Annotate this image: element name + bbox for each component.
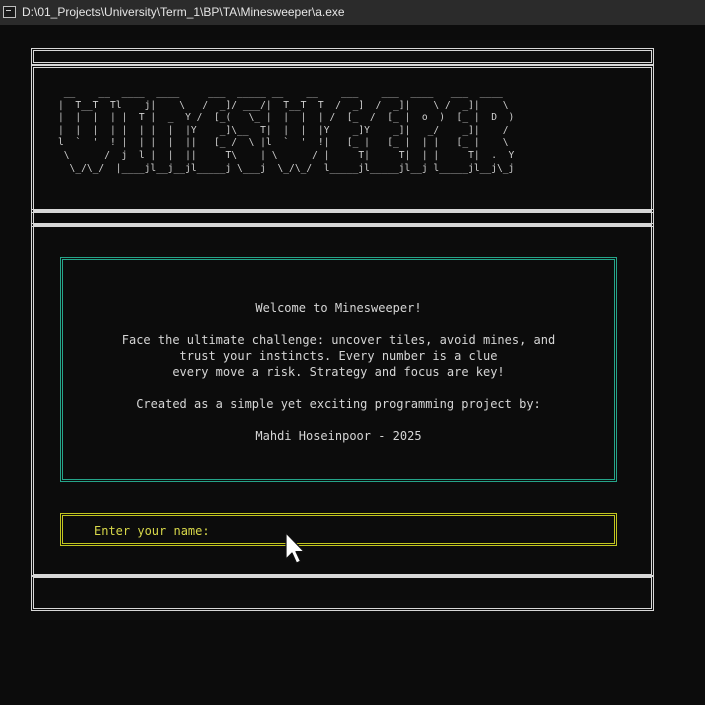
logo-line: l ` ' ! | | | | || [_ / \ |l ` ' !| [_ |… [58,137,509,149]
welcome-line: trust your instincts. Every number is a … [179,349,498,363]
title-bar: D:\01_Projects\University\Term_1\BP\TA\M… [0,0,705,25]
welcome-text: Welcome to Minesweeper! Face the ultimate… [63,300,614,444]
name-input[interactable] [221,520,601,540]
window-title: D:\01_Projects\University\Term_1\BP\TA\M… [22,5,345,19]
logo-line: | | | | | T | _ Y / [_( \_ | | | | / [_ … [58,112,515,124]
welcome-line: Face the ultimate challenge: uncover til… [121,333,556,347]
console-area: __ __ ____ ____ ___ _____ __ __ ___ ___ … [0,25,705,705]
mouse-pointer-icon [285,532,305,564]
top-border-frame [31,48,654,65]
welcome-line [63,412,614,428]
name-prompt-box[interactable]: Enter your name: [60,513,617,546]
logo-line: \_/\_/ |____jl__j__jl_____j \___j \_/\_/… [58,162,515,174]
welcome-line [63,380,614,396]
logo-line: | | | | | | | | |Y _]\__ T| | | |Y _]Y _… [58,124,509,136]
logo-line: | T__T Tl j| \ / _]/ ___/| T__T T / _] /… [58,99,509,111]
welcome-line: every move a risk. Strategy and focus ar… [172,365,505,379]
welcome-line: Welcome to Minesweeper! [255,301,422,315]
logo-line: \ / j l | | || T\ | \ / | T| T| | | T| .… [63,149,515,161]
welcome-line: Created as a simple yet exciting program… [136,397,541,411]
console-app-icon [3,6,16,18]
welcome-box: Welcome to Minesweeper! Face the ultimate… [60,257,617,482]
logo-line: __ __ ____ ____ ___ _____ __ __ ___ ___ … [63,87,503,98]
welcome-line: Mahdi Hoseinpoor - 2025 [255,429,422,443]
bottom-frame [31,575,654,611]
name-prompt-label: Enter your name: [94,524,210,538]
minesweeper-ascii-logo: __ __ ____ ____ ___ _____ __ __ ___ ___ … [58,87,514,175]
welcome-line [63,316,614,332]
